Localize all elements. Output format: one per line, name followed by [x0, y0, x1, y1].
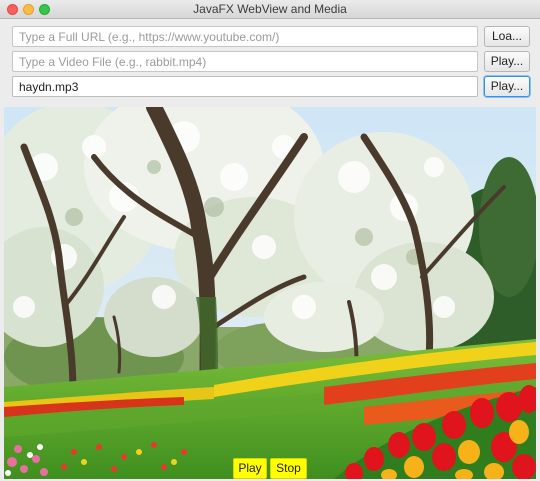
- title-bar: JavaFX WebView and Media: [0, 0, 540, 19]
- play-audio-button[interactable]: Play...: [484, 76, 530, 97]
- play-video-button[interactable]: Play...: [484, 51, 530, 72]
- window-title: JavaFX WebView and Media: [193, 2, 347, 16]
- media-play-button[interactable]: Play: [233, 458, 267, 479]
- audio-file-input[interactable]: [12, 76, 478, 97]
- media-stop-button[interactable]: Stop: [270, 458, 307, 479]
- app-window: JavaFX WebView and Media Loa... Play... …: [0, 0, 540, 481]
- url-row: Loa...: [12, 26, 530, 47]
- garden-image: [4, 107, 536, 479]
- url-input[interactable]: [12, 26, 478, 47]
- media-view: [4, 107, 536, 479]
- load-url-button[interactable]: Loa...: [484, 26, 530, 47]
- audio-row: Play...: [12, 76, 530, 97]
- video-row: Play...: [12, 51, 530, 72]
- video-file-input[interactable]: [12, 51, 478, 72]
